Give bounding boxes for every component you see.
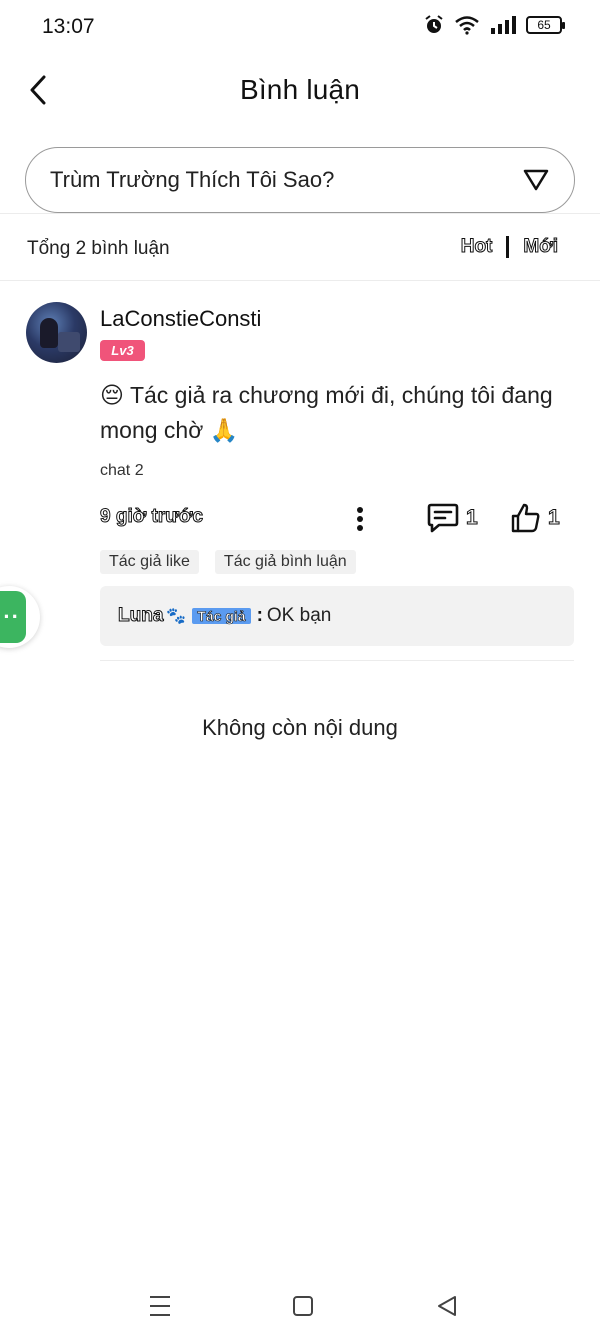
back-nav-button[interactable] [433, 1292, 461, 1320]
page-title: Bình luận [239, 74, 361, 105]
level-badge: Lv3 [100, 340, 145, 361]
reply-text: OK bạn [266, 605, 332, 626]
author-badge: Tác giả [192, 608, 251, 624]
like-count: 1 [548, 506, 561, 530]
avatar[interactable] [26, 302, 87, 363]
paw-icon: 🐾 [166, 608, 187, 625]
header: Bình luận [0, 58, 600, 124]
floating-action-button[interactable]: ·· [0, 586, 40, 648]
divider [100, 660, 574, 661]
reply-colon: : [256, 605, 263, 626]
comment-summary: Tổng 2 bình luận Hot Mới [0, 218, 600, 280]
like-button[interactable]: 1 [510, 502, 560, 534]
home-nav-button[interactable] [289, 1292, 317, 1320]
comment-meta: 9 giờ trước 1 1 [99, 502, 570, 536]
sort-hot-tab[interactable]: Hot [460, 236, 493, 258]
sort-separator [506, 236, 510, 258]
divider [0, 280, 600, 281]
comment-time: 9 giờ trước [99, 506, 204, 528]
total-comments: Tổng 2 bình luận [27, 238, 170, 259]
triangle-down-icon [523, 169, 549, 191]
reply-button[interactable]: 1 [426, 502, 478, 534]
story-selector[interactable]: Trùm Trường Thích Tôi Sao? [25, 147, 575, 213]
thumbs-up-icon [511, 503, 540, 533]
sort-tabs: Hot Mới [460, 236, 559, 258]
end-of-content: Không còn nội dung [202, 715, 398, 740]
comment-text: 😔 Tác giả ra chương mới đi, chúng tôi đa… [100, 382, 553, 443]
triangle-left-icon [438, 1296, 456, 1316]
sort-new-tab[interactable]: Mới [523, 236, 559, 258]
story-selector-label: Trùm Trường Thích Tôi Sao? [50, 167, 335, 192]
dots-icon: ·· [0, 591, 26, 643]
status-icons: 65 [424, 15, 565, 35]
tag-author-comment: Tác giả bình luận [214, 550, 356, 574]
comment-icon [427, 503, 459, 533]
signal-icon [491, 16, 516, 34]
reply-count: 1 [466, 506, 479, 530]
reply-username: Luna [117, 605, 164, 627]
comment-username[interactable]: LaConstieConsti [100, 306, 261, 332]
menu-nav-button[interactable] [146, 1292, 174, 1320]
status-bar: 13:07 65 [0, 0, 600, 52]
reply-preview[interactable]: Luna 🐾 Tác giả : OK bạn [100, 586, 574, 646]
square-icon [293, 1296, 313, 1316]
more-options-button[interactable] [348, 504, 372, 534]
wifi-icon [455, 16, 479, 35]
divider [0, 213, 600, 214]
status-time: 13:07 [42, 15, 95, 38]
alarm-icon [425, 15, 443, 33]
tag-author-like: Tác giả like [100, 550, 199, 574]
system-nav-bar [0, 1280, 600, 1332]
battery-icon: 65 [526, 16, 565, 34]
menu-icon [150, 1296, 170, 1316]
comment-tags: Tác giả like Tác giả bình luận [100, 550, 356, 574]
more-vertical-icon [357, 507, 363, 531]
comment-chapter: chat 2 [100, 462, 144, 479]
